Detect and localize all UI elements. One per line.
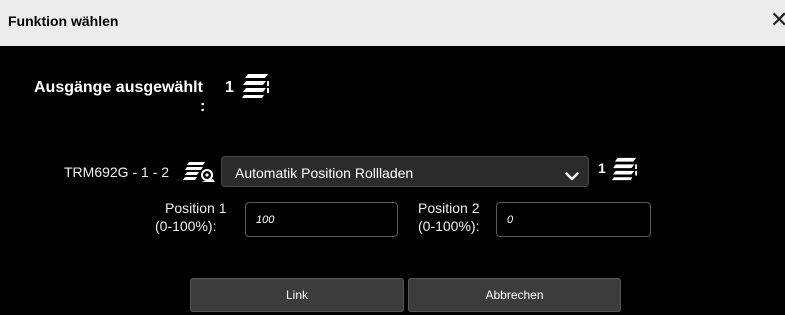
position1-input[interactable] bbox=[245, 202, 398, 237]
output-stack-icon bbox=[611, 157, 639, 186]
output-stack-icon bbox=[241, 73, 271, 104]
position2-label: Position 2 bbox=[418, 200, 480, 216]
selected-outputs-colon: : bbox=[200, 98, 206, 115]
function-select[interactable]: Automatik Position Rollladen bbox=[221, 156, 589, 187]
position2-range-label: (0-100%): bbox=[418, 218, 480, 234]
close-icon[interactable]: ✕ bbox=[770, 9, 785, 31]
device-label: TRM692G - 1 - 2 bbox=[64, 164, 170, 180]
link-button[interactable]: Link bbox=[190, 278, 404, 312]
position1-range-label: (0-100%): bbox=[155, 218, 217, 234]
selected-outputs-label: Ausgänge ausgewählt bbox=[34, 79, 203, 96]
dialog-title: Funktion wählen bbox=[8, 13, 119, 29]
function-output-count: 1 bbox=[598, 160, 606, 176]
dialog-titlebar: Funktion wählen ✕ bbox=[0, 0, 785, 46]
function-select-value: Automatik Position Rollladen bbox=[235, 165, 414, 181]
position2-input[interactable] bbox=[496, 202, 651, 237]
position1-label: Position 1 bbox=[165, 200, 227, 216]
selected-outputs-count: 1 bbox=[225, 79, 234, 96]
chevron-down-icon bbox=[565, 168, 579, 186]
cancel-button[interactable]: Abbrechen bbox=[408, 278, 621, 312]
device-settings-icon[interactable] bbox=[183, 160, 215, 189]
